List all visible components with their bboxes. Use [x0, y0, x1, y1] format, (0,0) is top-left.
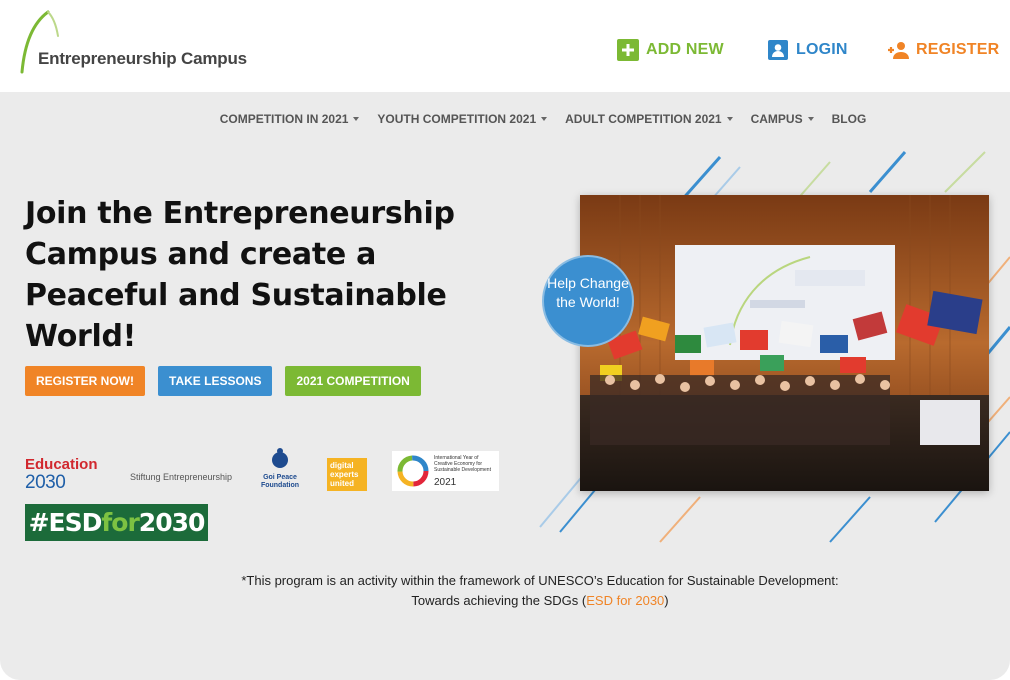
- unesco-note: *This program is an activity within the …: [220, 571, 860, 611]
- help-change-world-bubble[interactable]: Help Change the World!: [542, 255, 634, 347]
- esd-for: for: [101, 508, 139, 537]
- nav-label: BLOG: [831, 112, 867, 126]
- login-button[interactable]: LOGIN: [767, 39, 848, 61]
- login-label: LOGIN: [796, 41, 848, 58]
- add-new-button[interactable]: ADD NEW: [617, 39, 724, 61]
- education-year: 2030: [25, 472, 66, 493]
- add-new-label: ADD NEW: [646, 41, 724, 58]
- creative-year-number: 2021: [434, 477, 457, 488]
- nav-item-youth-competition[interactable]: YOUTH COMPETITION 2021: [377, 112, 548, 126]
- caret-down-icon: [726, 117, 733, 121]
- note-line-2: Towards achieving the SDGs (ESD for 2030…: [220, 591, 860, 611]
- take-lessons-button[interactable]: TAKE LESSONS: [158, 366, 273, 396]
- nav-item-adult-competition[interactable]: ADULT COMPETITION 2021: [565, 112, 733, 126]
- nav-item-campus[interactable]: CAMPUS: [751, 112, 814, 126]
- summit-photo: [580, 195, 989, 491]
- note-suffix: ): [664, 593, 669, 608]
- caret-down-icon: [807, 117, 814, 121]
- site-header: Entrepreneurship Campus ADD NEW LOGIN RE…: [0, 0, 1010, 92]
- esd-for-2030-link[interactable]: ESD for 2030: [586, 593, 664, 608]
- hero-title: Join the Entrepreneurship Campus and cre…: [25, 196, 455, 354]
- note-prefix: Towards achieving the SDGs (: [411, 593, 587, 608]
- user-icon: [767, 39, 789, 61]
- plus-icon: [617, 39, 639, 61]
- nav-item-blog[interactable]: BLOG: [832, 112, 867, 126]
- goi-label: Goi Peace Foundation: [260, 474, 300, 489]
- creative-year-text: International Year of Creative Economy f…: [434, 455, 491, 473]
- nav-label: ADULT COMPETITION 2021: [565, 112, 722, 126]
- goi-peace-logo[interactable]: Goi Peace Foundation: [260, 447, 300, 490]
- cta-buttons: REGISTER NOW! TAKE LESSONS 2021 COMPETIT…: [25, 366, 434, 396]
- main-nav: COMPETITION IN 2021 YOUTH COMPETITION 20…: [0, 112, 1010, 126]
- competition-button[interactable]: 2021 COMPETITION: [285, 366, 421, 396]
- nav-label: YOUTH COMPETITION 2021: [377, 112, 537, 126]
- nav-item-competition-2021[interactable]: COMPETITION IN 2021: [220, 112, 360, 126]
- register-now-button[interactable]: REGISTER NOW!: [25, 366, 145, 396]
- education-label: Education: [25, 456, 98, 473]
- register-button[interactable]: REGISTER: [887, 39, 999, 61]
- caret-down-icon: [353, 117, 360, 121]
- note-line-1: *This program is an activity within the …: [241, 573, 839, 588]
- goi-emblem-icon: [272, 448, 288, 468]
- digital-experts-logo[interactable]: digital experts united: [327, 458, 367, 491]
- register-label: REGISTER: [916, 41, 1000, 58]
- summit-photo-image: [580, 195, 989, 491]
- site-logo[interactable]: Entrepreneurship Campus: [18, 10, 258, 76]
- creative-economy-year-logo[interactable]: International Year of Creative Economy f…: [392, 451, 499, 491]
- esd-for-2030-badge[interactable]: #ESD for 2030: [25, 504, 208, 541]
- stiftung-logo[interactable]: Stiftung Entrepreneurship: [130, 472, 232, 482]
- creative-ring-icon: [397, 455, 429, 487]
- nav-label: COMPETITION IN 2021: [219, 112, 349, 126]
- hero-section: COMPETITION IN 2021 YOUTH COMPETITION 20…: [0, 92, 1010, 680]
- add-user-icon: [887, 39, 909, 61]
- esd-prefix: #ESD: [28, 508, 103, 537]
- nav-label: CAMPUS: [750, 112, 803, 126]
- partner-logos: Education 2030 Stiftung Entrepreneurship…: [25, 447, 505, 492]
- esd-suffix: 2030: [138, 508, 206, 537]
- education-2030-logo[interactable]: Education 2030: [25, 456, 98, 493]
- logo-text: Entrepreneurship Campus: [38, 49, 247, 68]
- caret-down-icon: [541, 117, 548, 121]
